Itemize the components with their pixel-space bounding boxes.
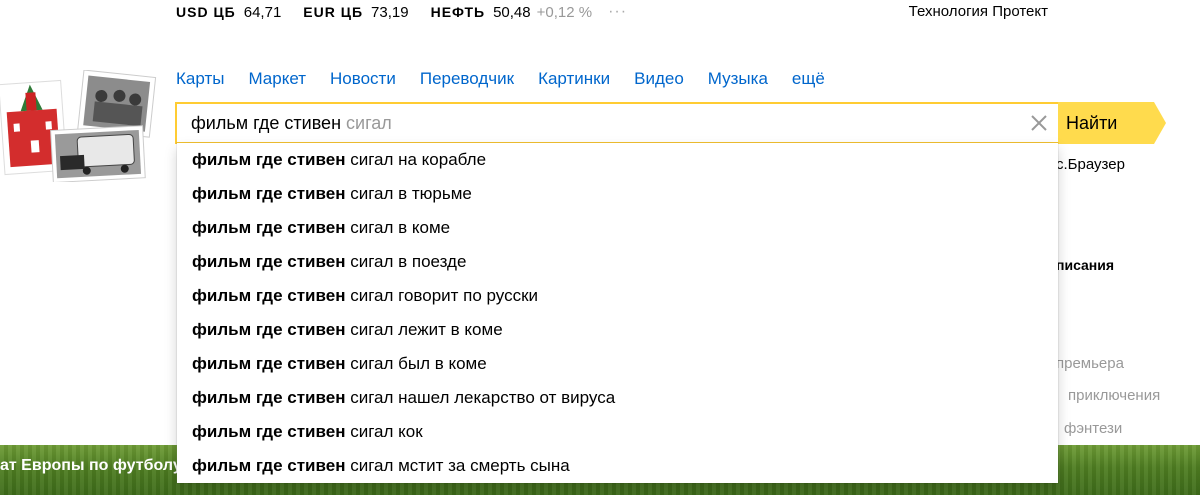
- ticker-value: 73,19: [371, 3, 409, 21]
- ticker-value: 50,48: [493, 3, 531, 21]
- ticker-value: 64,71: [243, 3, 282, 21]
- suggest-match: фильм где стивен: [192, 388, 346, 407]
- ticker-label: НЕФТЬ: [430, 3, 486, 20]
- search-typed-text: фильм где стивен: [191, 113, 347, 133]
- suggest-rest: сигал на корабле: [345, 150, 487, 169]
- suggest-match: фильм где стивен: [192, 422, 346, 441]
- suggest-dropdown: фильм где стивен сигал на корабле фильм …: [177, 143, 1058, 483]
- suggest-rest: сигал нашел лекарство от вируса: [345, 388, 616, 407]
- suggest-item[interactable]: фильм где стивен сигал кок: [177, 415, 1058, 449]
- services-nav: Карты Маркет Новости Переводчик Картинки…: [176, 69, 849, 89]
- suggest-match: фильм где стивен: [192, 150, 346, 169]
- suggest-item[interactable]: фильм где стивен сигал в тюрьме: [177, 177, 1058, 211]
- currency-ticker: USD ЦБ 64,71 EUR ЦБ 73,19 НЕФТЬ 50,48 +0…: [176, 2, 627, 22]
- promo-link[interactable]: Технология Протект: [909, 3, 1048, 20]
- search-input[interactable]: фильм где стивен сигал: [175, 102, 1060, 144]
- suggest-item[interactable]: фильм где стивен сигал в поезде: [177, 245, 1058, 279]
- nav-music[interactable]: Музыка: [708, 69, 768, 89]
- header-illustration-icon: [0, 70, 157, 182]
- nav-translator[interactable]: Переводчик: [420, 69, 514, 89]
- suggest-item[interactable]: фильм где стивен сигал лежит в коме: [177, 313, 1058, 347]
- more-icon[interactable]: ···: [608, 3, 627, 21]
- suggest-item[interactable]: фильм где стивен сигал говорит по русски: [177, 279, 1058, 313]
- suggest-match: фильм где стивен: [192, 354, 346, 373]
- ticker-change: +0,12 %: [536, 3, 593, 21]
- suggest-match: фильм где стивен: [192, 252, 346, 271]
- suggest-match: фильм где стивен: [192, 286, 346, 305]
- suggest-match: фильм где стивен: [192, 184, 346, 203]
- genre-tag[interactable]: приключения: [1068, 387, 1160, 404]
- suggest-rest: сигал в поезде: [345, 252, 467, 271]
- suggest-rest: сигал говорит по русски: [345, 286, 539, 305]
- suggest-rest: сигал мстит за смерть сына: [345, 456, 570, 475]
- ticker-oil[interactable]: НЕФТЬ 50,48 +0,12 %: [431, 4, 593, 21]
- suggest-rest: сигал в коме: [345, 218, 451, 237]
- nav-maps[interactable]: Карты: [176, 69, 224, 89]
- suggest-match: фильм где стивен: [192, 218, 346, 237]
- ticker-eur[interactable]: EUR ЦБ 73,19: [303, 4, 408, 21]
- nav-more[interactable]: ещё: [792, 69, 825, 89]
- nav-images[interactable]: Картинки: [538, 69, 610, 89]
- suggest-rest: сигал был в коме: [345, 354, 487, 373]
- genre-tag[interactable]: фэнтези: [1064, 420, 1122, 437]
- suggest-item[interactable]: фильм где стивен сигал нашел лекарство о…: [177, 381, 1058, 415]
- suggest-rest: сигал кок: [345, 422, 423, 441]
- side-heading: писания: [1056, 257, 1115, 273]
- browser-link[interactable]: с.Браузер: [1056, 156, 1125, 173]
- nav-video[interactable]: Видео: [634, 69, 684, 89]
- news-banner-text[interactable]: ат Европы по футболу: [0, 457, 182, 475]
- search-autocomplete-hint: сигал: [346, 113, 392, 133]
- suggest-rest: сигал в тюрьме: [345, 184, 472, 203]
- ticker-usd[interactable]: USD ЦБ 64,71: [176, 4, 281, 21]
- ticker-label: USD ЦБ: [176, 3, 236, 20]
- suggest-item[interactable]: фильм где стивен сигал был в коме: [177, 347, 1058, 381]
- nav-market[interactable]: Маркет: [248, 69, 306, 89]
- suggest-match: фильм где стивен: [192, 320, 346, 339]
- suggest-item[interactable]: фильм где стивен сигал в коме: [177, 211, 1058, 245]
- suggest-item[interactable]: фильм где стивен сигал на корабле: [177, 143, 1058, 177]
- suggest-item[interactable]: фильм где стивен сигал мстит за смерть с…: [177, 449, 1058, 483]
- search-button[interactable]: Найти: [1058, 102, 1166, 144]
- search-query: фильм где стивен сигал: [191, 113, 392, 134]
- ticker-label: EUR ЦБ: [303, 3, 364, 20]
- suggest-match: фильм где стивен: [192, 456, 346, 475]
- nav-news[interactable]: Новости: [330, 69, 396, 89]
- suggest-rest: сигал лежит в коме: [345, 320, 503, 339]
- genre-tag[interactable]: премьера: [1056, 355, 1124, 372]
- clear-icon[interactable]: [1028, 112, 1050, 134]
